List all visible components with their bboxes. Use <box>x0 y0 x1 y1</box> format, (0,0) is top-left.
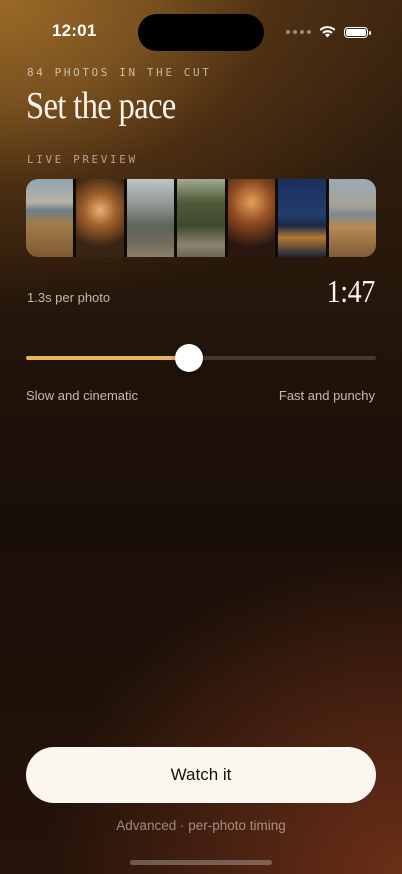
slider-fill <box>26 356 189 360</box>
preview-photo-thumbnail <box>26 179 74 257</box>
slider-thumb[interactable] <box>174 344 203 372</box>
battery-icon <box>344 26 371 38</box>
wifi-icon <box>319 26 336 38</box>
pace-slider[interactable] <box>26 343 376 373</box>
live-preview-label: LIVE PREVIEW <box>27 153 138 166</box>
status-bar: 12:01 <box>0 0 402 60</box>
slider-max-label: Fast and punchy <box>278 388 375 403</box>
preview-photo-thumbnail <box>177 179 225 257</box>
preview-photo-thumbnail <box>126 179 175 257</box>
status-time: 12:01 <box>52 21 97 40</box>
page-title: Set the pace <box>26 85 176 127</box>
preview-photo-thumbnail <box>328 179 376 257</box>
live-preview-filmstrip[interactable] <box>26 179 376 257</box>
preview-photo-thumbnail <box>278 179 326 257</box>
dynamic-island <box>138 14 264 51</box>
advanced-timing-link[interactable]: Advanced · per-photo timing <box>0 818 402 833</box>
photo-count-eyebrow: 84 PHOTOS IN THE CUT <box>27 66 212 79</box>
preview-photo-thumbnail <box>227 179 276 257</box>
preview-photo-thumbnail <box>76 179 124 257</box>
slider-min-label: Slow and cinematic <box>26 388 138 403</box>
total-duration: 1:47 <box>326 273 376 309</box>
home-indicator <box>130 860 272 865</box>
seconds-per-photo: 1.3s per photo <box>27 290 111 305</box>
cellular-signal-icon <box>286 30 311 34</box>
status-indicators <box>286 24 371 40</box>
watch-it-button[interactable]: Watch it <box>26 747 376 803</box>
